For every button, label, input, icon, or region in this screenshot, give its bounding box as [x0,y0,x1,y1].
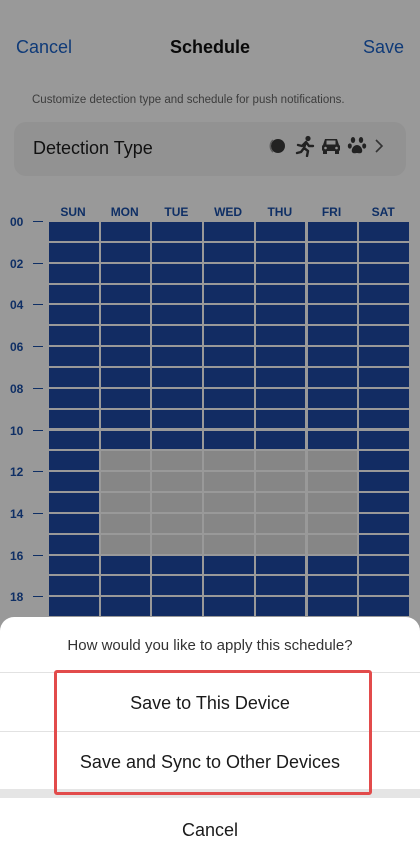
highlight-box [54,670,372,795]
schedule-screen: Cancel Schedule Save Customize detection… [0,0,420,849]
sheet-cancel-button[interactable]: Cancel [0,820,420,841]
sheet-question: How would you like to apply this schedul… [67,637,353,654]
